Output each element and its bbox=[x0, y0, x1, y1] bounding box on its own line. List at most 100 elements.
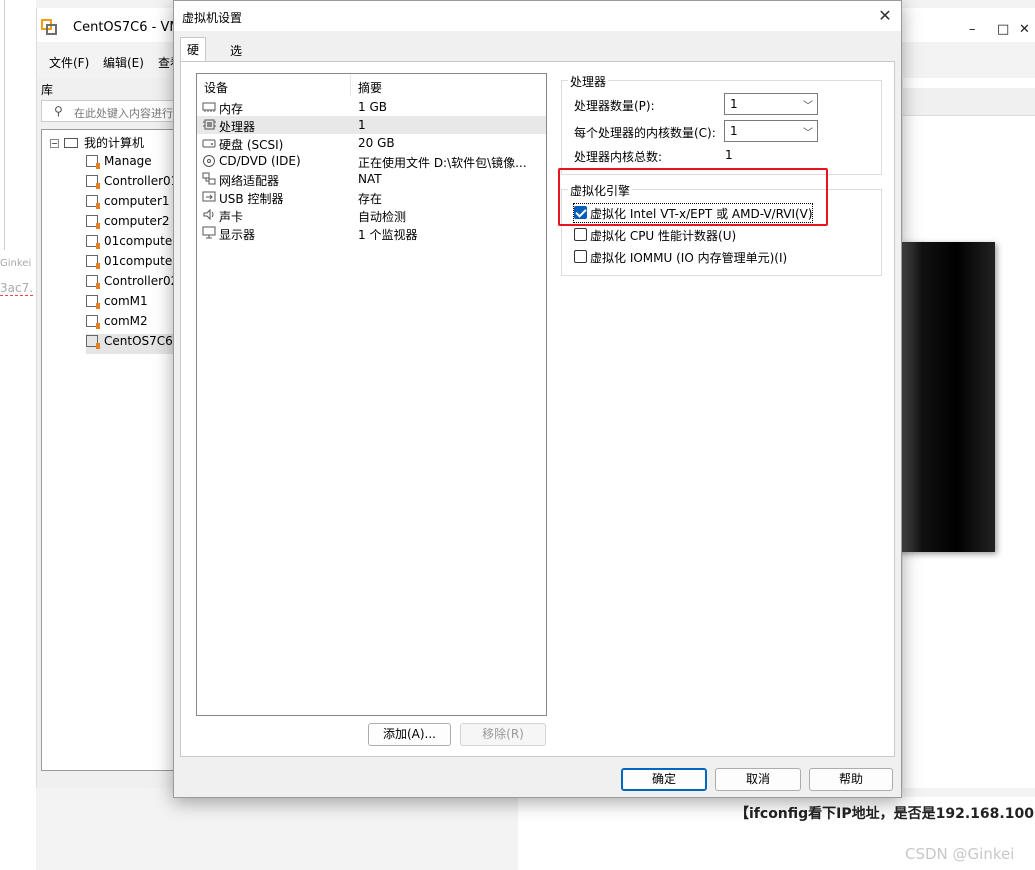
cores-per-processor-label: 每个处理器的内核数量(C): bbox=[574, 126, 716, 140]
library-tree: − 我的计算机 Manage Controller01 computer1 com… bbox=[41, 129, 181, 771]
divider bbox=[4, 0, 5, 250]
network-icon bbox=[202, 172, 216, 185]
vm-toolbar bbox=[903, 88, 1035, 116]
device-list: 设备 摘要 内存 1 GB 处理器 1 硬盘 (SCSI) 20 GB CD/D… bbox=[196, 73, 547, 716]
device-summary: 1 个监视器 bbox=[358, 228, 418, 242]
tree-root-label: 我的计算机 bbox=[84, 136, 145, 150]
device-row-cdrom[interactable]: CD/DVD (IDE) 正在使用文件 D:\软件包\镜像... bbox=[197, 152, 546, 170]
menu-edit[interactable]: 编辑(E) bbox=[103, 54, 144, 71]
device-row-display[interactable]: 显示器 1 个监视器 bbox=[197, 224, 546, 242]
device-list-header: 设备 摘要 bbox=[197, 74, 546, 96]
processor-count-select[interactable]: 1 ﹀ bbox=[724, 93, 818, 115]
device-summary: 自动检测 bbox=[358, 210, 407, 224]
article-note-text: 【ifconfig看下IP地址，是否是192.168.100 bbox=[735, 806, 1034, 822]
tree-item[interactable]: comM2 bbox=[86, 314, 148, 334]
tree-item-label: computer1 bbox=[104, 194, 170, 208]
checkbox-unchecked-icon bbox=[574, 228, 587, 241]
processor-count-label: 处理器数量(P): bbox=[574, 99, 655, 113]
dialog-title: 虚拟机设置 bbox=[182, 11, 243, 25]
vm-settings-dialog: 虚拟机设置 ✕ 硬件 选项 设备 摘要 内存 1 GB 处理器 1 bbox=[173, 0, 902, 798]
tree-item[interactable]: computer1 bbox=[86, 194, 170, 214]
tree-item-label: 01computer bbox=[104, 234, 178, 248]
vm-icon bbox=[86, 315, 100, 329]
vm-icon bbox=[86, 335, 100, 349]
cd-icon bbox=[202, 154, 216, 167]
device-summary: 正在使用文件 D:\软件包\镜像... bbox=[358, 156, 527, 170]
tree-item-selected[interactable]: CentOS7C6 bbox=[86, 334, 180, 354]
cancel-button[interactable]: 取消 bbox=[715, 768, 801, 791]
device-row-sound[interactable]: 声卡 自动检测 bbox=[197, 206, 546, 224]
tree-item[interactable]: comM1 bbox=[86, 294, 148, 314]
checkbox-unchecked-icon bbox=[574, 250, 587, 263]
device-summary: 1 GB bbox=[358, 100, 387, 114]
checkbox-label: 虚拟化 IOMMU (IO 内存管理单元)(I) bbox=[590, 251, 788, 265]
library-label: 库 bbox=[41, 83, 54, 97]
remove-device-button[interactable]: 移除(R) bbox=[460, 723, 546, 746]
help-button[interactable]: 帮助 bbox=[809, 768, 893, 791]
device-row-network[interactable]: 网络适配器 NAT bbox=[197, 170, 546, 188]
tree-item[interactable]: 01computer bbox=[86, 234, 177, 254]
tree-root-my-computer[interactable]: − 我的计算机 bbox=[50, 134, 144, 154]
tree-item-label: 01computer bbox=[104, 254, 178, 268]
menu-file[interactable]: 文件(F) bbox=[49, 54, 89, 71]
device-name: 硬盘 (SCSI) bbox=[219, 138, 284, 152]
vm-console-preview[interactable] bbox=[898, 242, 995, 552]
device-name: 显示器 bbox=[219, 228, 256, 242]
vm-icon bbox=[86, 275, 100, 289]
tree-item[interactable]: Manage bbox=[86, 154, 152, 174]
device-summary: 1 bbox=[358, 118, 366, 132]
processor-group-title: 处理器 bbox=[568, 73, 609, 90]
tree-item[interactable]: Controller01 bbox=[86, 174, 178, 194]
vm-icon bbox=[86, 255, 100, 269]
device-name: 声卡 bbox=[219, 210, 244, 224]
tree-item-label: comM1 bbox=[104, 294, 148, 308]
vmware-logo-icon bbox=[41, 19, 57, 35]
total-cores-value: 1 bbox=[725, 148, 733, 162]
device-name: 处理器 bbox=[219, 120, 256, 134]
search-placeholder: 在此处键入内容进行 bbox=[74, 107, 173, 120]
add-device-button[interactable]: 添加(A)... bbox=[368, 723, 451, 746]
cores-per-processor-select[interactable]: 1 ﹀ bbox=[724, 120, 818, 142]
tab-options[interactable]: 选项 bbox=[224, 39, 248, 75]
computer-icon bbox=[64, 138, 78, 148]
tree-item-label: computer2 bbox=[104, 214, 170, 228]
chevron-down-icon: ﹀ bbox=[803, 101, 813, 112]
device-row-processor[interactable]: 处理器 1 bbox=[197, 116, 546, 134]
vm-icon bbox=[86, 235, 100, 249]
tree-item-label: comM2 bbox=[104, 314, 148, 328]
device-summary: NAT bbox=[358, 172, 382, 186]
background-left-strip: Ginkei 3ac7. bbox=[0, 0, 36, 870]
harddisk-icon bbox=[202, 136, 216, 149]
tree-item-label: CentOS7C6 bbox=[104, 334, 173, 348]
memory-icon bbox=[202, 100, 216, 113]
tab-hardware[interactable]: 硬件 bbox=[180, 37, 207, 74]
library-search-input[interactable]: ⚲ 在此处键入内容进行 bbox=[41, 100, 181, 122]
vm-icon bbox=[86, 175, 100, 189]
vm-icon bbox=[86, 215, 100, 229]
device-row-memory[interactable]: 内存 1 GB bbox=[197, 98, 546, 116]
collapse-icon[interactable]: − bbox=[50, 139, 59, 148]
processor-count-value: 1 bbox=[730, 97, 738, 111]
dialog-close-icon[interactable]: ✕ bbox=[875, 6, 895, 26]
column-header-summary[interactable]: 摘要 bbox=[358, 79, 382, 96]
left-strip-text: 3ac7. bbox=[0, 281, 34, 296]
device-row-harddisk[interactable]: 硬盘 (SCSI) 20 GB bbox=[197, 134, 546, 152]
device-name: CD/DVD (IDE) bbox=[219, 154, 301, 168]
search-icon: ⚲ bbox=[54, 104, 63, 118]
device-row-usb[interactable]: USB 控制器 存在 bbox=[197, 188, 546, 206]
minimize-icon[interactable]: – bbox=[969, 22, 976, 37]
maximize-icon[interactable]: □ bbox=[997, 22, 1009, 37]
ok-button[interactable]: 确定 bbox=[621, 768, 707, 791]
close-icon[interactable]: ✕ bbox=[1019, 22, 1030, 37]
total-cores-label: 处理器内核总数: bbox=[574, 150, 663, 164]
checkbox-label: 虚拟化 CPU 性能计数器(U) bbox=[590, 229, 737, 243]
column-header-device[interactable]: 设备 bbox=[204, 79, 228, 96]
dialog-titlebar: 虚拟机设置 ✕ bbox=[174, 1, 901, 31]
device-summary: 20 GB bbox=[358, 136, 395, 150]
tree-item[interactable]: Controller02 bbox=[86, 274, 178, 294]
monitor-icon bbox=[202, 226, 216, 239]
speaker-icon bbox=[202, 208, 216, 221]
tree-item[interactable]: 01computer bbox=[86, 254, 177, 274]
device-name: 网络适配器 bbox=[219, 174, 280, 188]
tree-item[interactable]: computer2 bbox=[86, 214, 170, 234]
